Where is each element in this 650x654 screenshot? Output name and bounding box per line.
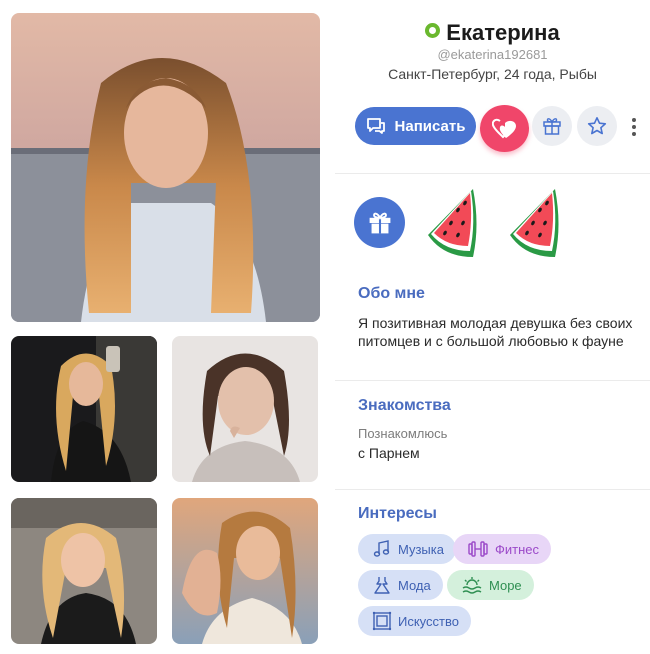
about-text: Я позитивная молодая девушка без своих п…: [358, 315, 633, 349]
frame-icon: [372, 611, 392, 631]
gift-icon: [369, 212, 390, 233]
interest-chip-sea[interactable]: Море: [447, 570, 534, 600]
sea-icon: [462, 577, 482, 594]
dress-icon: [374, 577, 390, 594]
write-message-button[interactable]: Написать: [355, 107, 476, 145]
more-dot: [632, 132, 636, 136]
interest-label: Море: [489, 577, 522, 593]
star-icon: [587, 117, 607, 135]
dating-label: Познакомлюсь: [358, 426, 448, 441]
favorite-button[interactable]: [577, 106, 617, 146]
interest-label: Искусство: [398, 613, 459, 629]
dumbbell-icon: [468, 541, 488, 557]
interest-chip-art[interactable]: Искусство: [358, 606, 471, 636]
more-options-button[interactable]: [625, 114, 643, 140]
more-vertical-icon: [632, 118, 636, 122]
watermelon-sticker[interactable]: [500, 185, 570, 263]
chat-icon: [366, 118, 385, 134]
interest-chip-fashion[interactable]: Мода: [358, 570, 443, 600]
watermelon-sticker[interactable]: [418, 185, 488, 263]
send-gift-button[interactable]: [532, 106, 572, 146]
heart-icon: [491, 118, 516, 138]
send-gift-circle-button[interactable]: [354, 197, 405, 248]
divider: [335, 380, 650, 381]
divider: [335, 173, 650, 174]
interest-chip-fitness[interactable]: Фитнес: [453, 534, 552, 564]
interest-label: Мода: [398, 577, 431, 593]
like-button[interactable]: [480, 105, 529, 152]
profile-info-panel: Екатерина @ekaterina192681 Санкт-Петербу…: [335, 0, 650, 654]
online-status-icon: [425, 23, 441, 38]
profile-username: @ekaterina192681: [437, 47, 548, 62]
gift-icon: [543, 118, 561, 135]
profile-photo-5[interactable]: [172, 498, 318, 644]
write-message-label: Написать: [394, 117, 466, 135]
profile-name: Екатерина: [446, 20, 560, 45]
dating-value: с Парнем: [358, 445, 420, 461]
profile-name-row: Екатерина: [335, 20, 650, 46]
more-dot: [632, 125, 636, 129]
interest-label: Музыка: [398, 541, 444, 557]
dating-title: Знакомства: [358, 397, 451, 414]
main-profile-photo[interactable]: [11, 13, 320, 322]
about-title: Обо мне: [358, 285, 425, 302]
interest-label: Фитнес: [495, 541, 540, 557]
headphones-icon: [373, 540, 390, 557]
profile-photo-3[interactable]: [172, 336, 318, 482]
interests-title: Интересы: [358, 505, 437, 522]
divider: [335, 489, 650, 490]
profile-photo-2[interactable]: [11, 336, 157, 482]
profile-photo-4[interactable]: [11, 498, 157, 644]
profile-location: Санкт-Петербург, 24 года, Рыбы: [388, 66, 597, 82]
interest-chip-music[interactable]: Музыка: [358, 534, 456, 564]
